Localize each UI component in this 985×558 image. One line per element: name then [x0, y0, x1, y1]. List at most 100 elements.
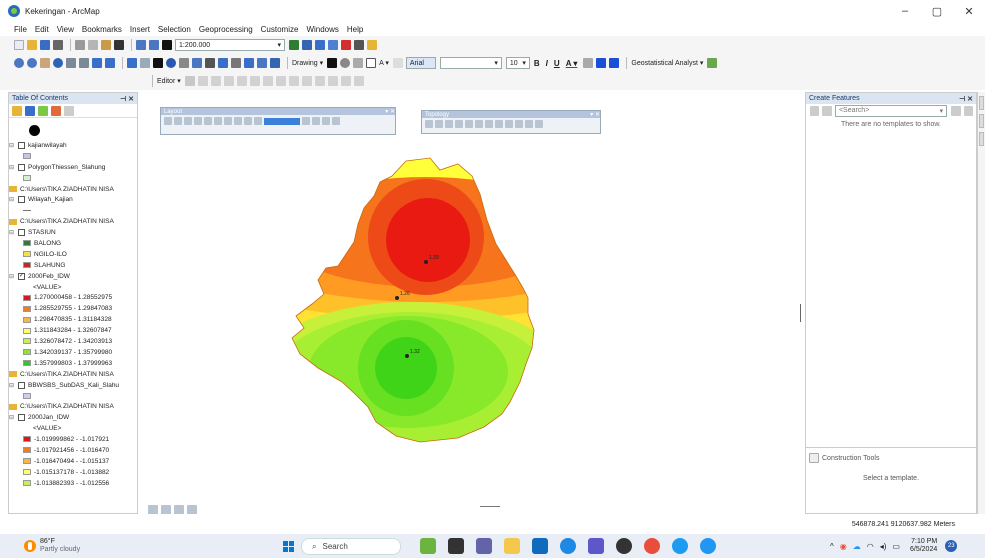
toc-row[interactable]: -1.017921456 - -1.016470	[9, 445, 137, 456]
search-tab[interactable]	[979, 114, 984, 128]
rectangle-icon[interactable]	[366, 58, 377, 68]
list-by-selection-icon[interactable]	[51, 105, 61, 116]
chrome-icon[interactable]	[700, 538, 716, 554]
layout-toggle-draft-icon[interactable]	[254, 117, 262, 125]
arcmap-taskbar-icon[interactable]	[420, 538, 436, 554]
volume-icon[interactable]: ◂)	[880, 542, 887, 551]
topology-toolbar-close-icon[interactable]: ▾ ✕	[590, 111, 600, 118]
legend-swatch[interactable]	[23, 338, 31, 345]
search-window-icon[interactable]	[328, 40, 338, 50]
menu-insert[interactable]: Insert	[130, 25, 150, 34]
legend-swatch[interactable]	[23, 458, 31, 465]
store-icon[interactable]	[532, 538, 548, 554]
layout-zoom-100-icon[interactable]	[244, 117, 252, 125]
toc-row[interactable]: C:\Users\TIKA ZIADHATIN NISA	[9, 216, 137, 227]
layer-name[interactable]: Wilayah_Kajian	[28, 196, 73, 203]
menu-view[interactable]: View	[57, 25, 74, 34]
layout-focus-icon[interactable]	[302, 117, 310, 125]
straight-segment-icon[interactable]	[210, 76, 221, 86]
fixed-zoom-out-icon[interactable]	[79, 58, 89, 68]
media-icon[interactable]	[644, 538, 660, 554]
toc-row[interactable]: 1.342039137 - 1.35799980	[9, 347, 137, 358]
topology-construct-icon[interactable]	[495, 120, 503, 128]
goto-xy-icon[interactable]	[244, 58, 254, 68]
layer-name[interactable]: 2000Feb_IDW	[28, 273, 70, 280]
menu-selection[interactable]: Selection	[158, 25, 191, 34]
station-point-top[interactable]	[424, 260, 428, 264]
legend-swatch[interactable]	[23, 251, 31, 258]
legend-swatch[interactable]	[23, 240, 31, 247]
viewer-window-icon[interactable]	[270, 58, 280, 68]
toc-row[interactable]: 1.326078472 - 1.34203913	[9, 336, 137, 347]
topology-select-icon[interactable]	[425, 120, 433, 128]
data-frame-path[interactable]: C:\Users\TIKA ZIADHATIN NISA	[20, 218, 114, 225]
legend-swatch[interactable]	[23, 305, 31, 312]
legend-swatch[interactable]	[23, 294, 31, 301]
data-frame-path[interactable]: C:\Users\TIKA ZIADHATIN NISA	[20, 371, 114, 378]
time-slider-icon[interactable]	[257, 58, 267, 68]
edit-vertices-icon[interactable]	[392, 58, 403, 68]
toc-row[interactable]	[9, 390, 137, 401]
legend-swatch[interactable]	[23, 262, 31, 269]
menu-bookmarks[interactable]: Bookmarks	[82, 25, 122, 34]
expand-collapse-icon[interactable]: ⊟	[9, 382, 16, 389]
toc-row[interactable]: ⊟ BBWSBS_SubDAS_Kali_Slahu	[9, 380, 137, 391]
expand-collapse-icon[interactable]: ⊟	[9, 196, 16, 203]
python-icon[interactable]	[354, 40, 364, 50]
topology-align-icon[interactable]	[455, 120, 463, 128]
editor-toolbar-icon[interactable]	[289, 40, 299, 50]
toc-row[interactable]: BALONG	[9, 238, 137, 249]
marker-color-icon[interactable]	[609, 58, 620, 68]
italic-button[interactable]: I	[546, 59, 548, 68]
antivirus-icon[interactable]: ◉	[840, 542, 847, 551]
toc-row[interactable]: ⊟ kajianwilayah	[9, 140, 137, 151]
expand-collapse-icon[interactable]: ⊟	[9, 273, 16, 280]
toc-row[interactable]: SLAHUNG	[9, 260, 137, 271]
delete-icon[interactable]	[114, 40, 124, 50]
layout-change-icon[interactable]	[312, 117, 320, 125]
layout-full-page-icon[interactable]	[194, 117, 202, 125]
find-route-icon[interactable]	[231, 58, 241, 68]
cut-polygons-icon[interactable]	[288, 76, 299, 86]
toc-row[interactable]: C:\Users\TIKA ZIADHATIN NISA	[9, 401, 137, 412]
layer-visibility-checkbox[interactable]	[18, 141, 25, 149]
topology-fix-icon[interactable]	[525, 120, 533, 128]
fixed-zoom-in-icon[interactable]	[66, 58, 76, 68]
select-features-icon[interactable]	[127, 58, 137, 68]
drawing-menu[interactable]: Drawing ▾	[292, 59, 323, 67]
layer-visibility-checkbox[interactable]	[18, 229, 25, 237]
minimize-button[interactable]: –	[889, 0, 921, 22]
list-by-visibility-icon[interactable]	[38, 105, 48, 116]
weather-widget[interactable]: 86°F Partly cloudy	[24, 538, 80, 554]
copy-icon[interactable]	[88, 40, 98, 50]
hyperlink-icon[interactable]	[179, 58, 189, 68]
paste-icon[interactable]	[101, 40, 111, 50]
legend-swatch[interactable]	[23, 360, 31, 367]
topology-validate-icon[interactable]	[515, 120, 523, 128]
editor-menu[interactable]: Editor ▾	[157, 77, 181, 85]
edit-vertices-tool-icon[interactable]	[262, 76, 273, 86]
select-elements-icon[interactable]	[153, 58, 163, 68]
map-scrollbar-indicator[interactable]	[480, 506, 500, 507]
back-extent-icon[interactable]	[92, 58, 102, 68]
edge-icon[interactable]	[560, 538, 576, 554]
toc-row[interactable]: -1.016470494 - -1.015137	[9, 456, 137, 467]
legend-swatch[interactable]	[23, 175, 31, 182]
toc-row[interactable]: ⊟ STASIUN	[9, 227, 137, 238]
font-size-combo[interactable]: 10 ▾	[505, 57, 530, 69]
filter-icon[interactable]	[822, 105, 832, 116]
bold-button[interactable]: B	[534, 59, 540, 68]
legend-swatch[interactable]	[23, 436, 31, 443]
layer-name[interactable]: PolygonThiessen_Slahung	[28, 164, 105, 171]
toc-row[interactable]: ⊟ PolygonThiessen_Slahung	[9, 162, 137, 173]
station-point-bottom[interactable]	[405, 354, 409, 358]
toc-row[interactable]	[9, 205, 137, 216]
toc-row[interactable]: -1.019999862 - -1.017921	[9, 434, 137, 445]
menu-geoprocessing[interactable]: Geoprocessing	[199, 25, 253, 34]
layer-visibility-checkbox[interactable]: ✓	[18, 272, 25, 280]
search-clear-icon[interactable]	[963, 105, 974, 116]
layout-print-icon[interactable]	[322, 117, 330, 125]
toc-window-icon[interactable]	[302, 40, 312, 50]
layout-zoom-out-icon[interactable]	[174, 117, 182, 125]
redo-icon[interactable]	[149, 40, 159, 50]
